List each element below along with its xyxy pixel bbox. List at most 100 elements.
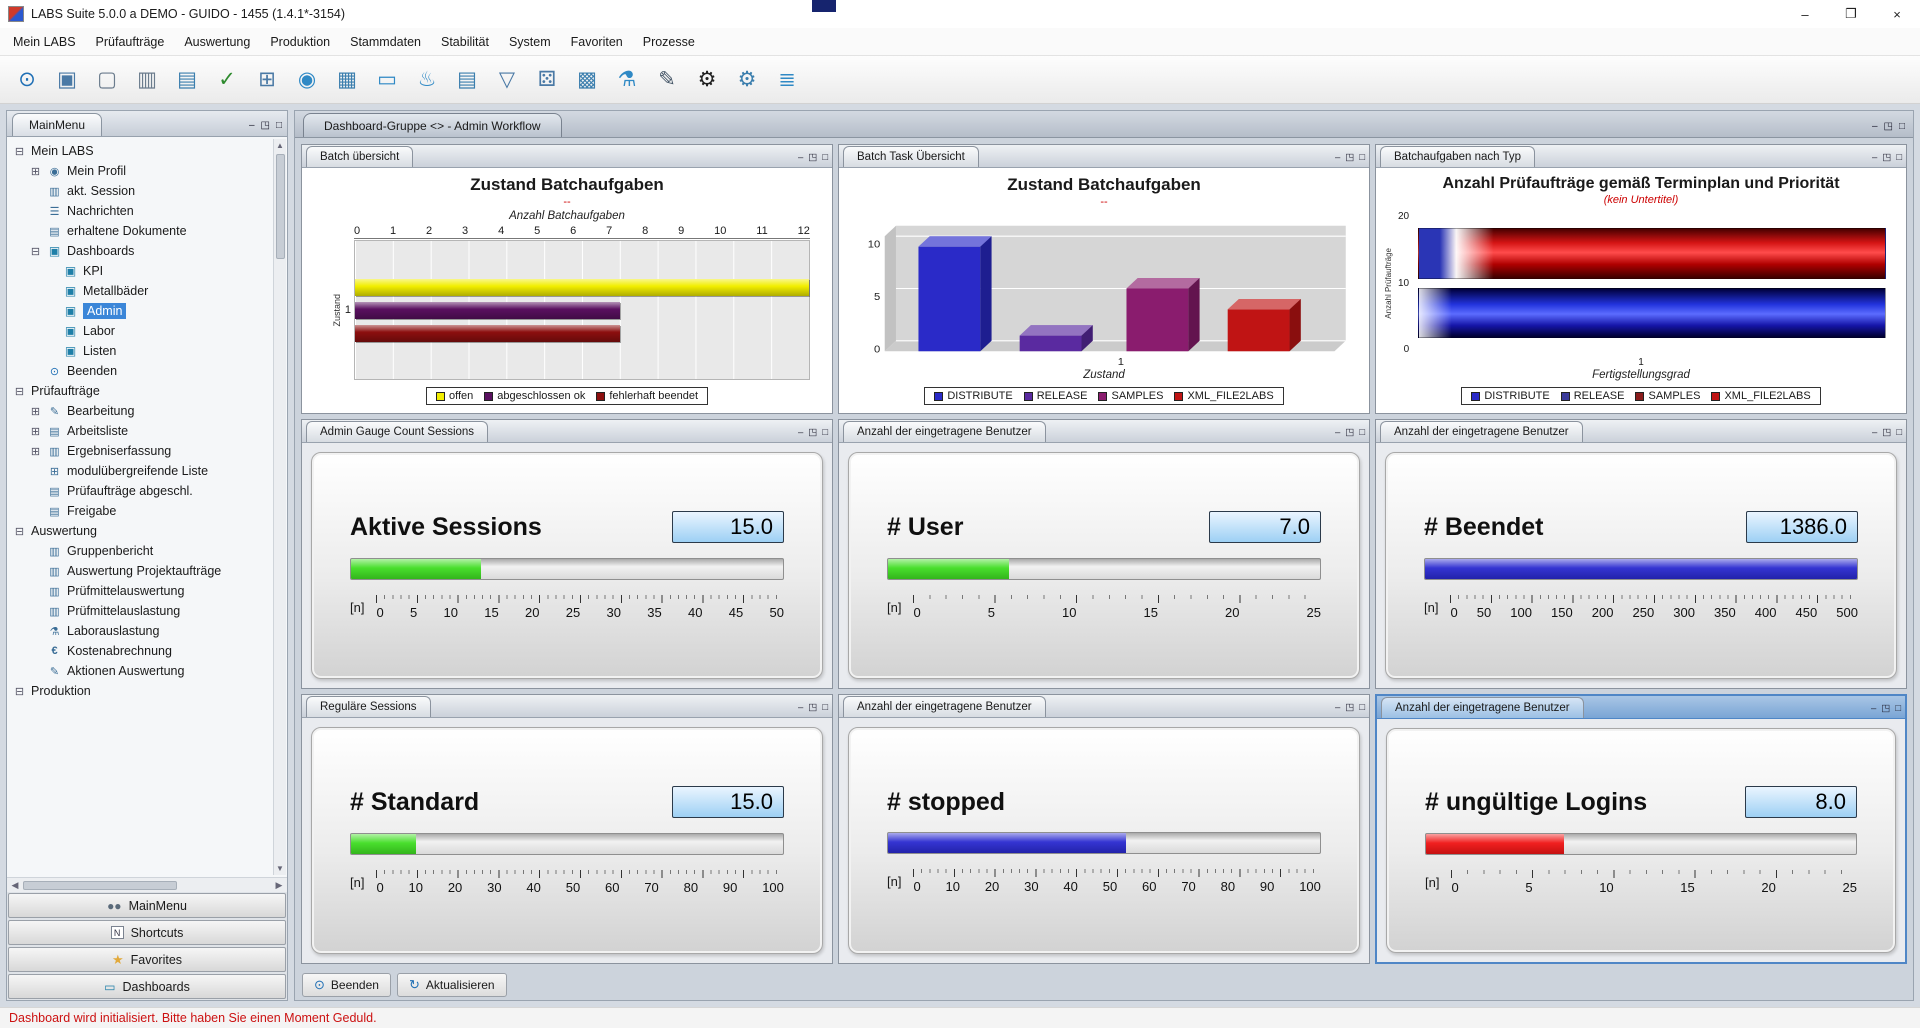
copy-document-icon[interactable]: ▥ <box>130 63 164 97</box>
table-document-icon[interactable]: ▤ <box>170 63 204 97</box>
panel-tab-regulaere-sessions[interactable]: Reguläre Sessions <box>306 696 431 717</box>
footer-button-aktualisieren[interactable]: ↻Aktualisieren <box>397 973 507 997</box>
table-list-icon[interactable]: ▦ <box>330 63 364 97</box>
maximize-icon[interactable]: □ <box>822 703 828 713</box>
scroll-up-icon[interactable]: ▲ <box>276 139 284 152</box>
menu-auswertung[interactable]: Auswertung <box>175 31 259 53</box>
tree-item-mein-profil[interactable]: ⊞◉Mein Profil <box>9 161 272 181</box>
expand-icon[interactable]: ⊞ <box>29 425 42 438</box>
horizontal-scrollbar[interactable]: ◀ ▶ <box>7 877 287 892</box>
tree-item-labor[interactable]: ▣Labor <box>9 321 272 341</box>
panel-tab-batch-uebersicht[interactable]: Batch übersicht <box>306 146 413 167</box>
tree-item-listen[interactable]: ▣Listen <box>9 341 272 361</box>
menu-mein-labs[interactable]: Mein LABS <box>4 31 85 53</box>
sidebar-button-favorites[interactable]: ★Favorites <box>8 947 286 972</box>
maximize-icon[interactable]: □ <box>1359 703 1365 713</box>
vertical-scrollbar[interactable]: ▲ ▼ <box>273 139 286 875</box>
panel-tab-batch-task-uebersicht[interactable]: Batch Task Übersicht <box>843 146 979 167</box>
menu-stammdaten[interactable]: Stammdaten <box>341 31 430 53</box>
float-icon[interactable]: ◳ <box>1882 428 1891 438</box>
collapse-icon[interactable]: ⊟ <box>13 385 26 398</box>
footer-button-beenden[interactable]: ⊙Beenden <box>302 973 391 997</box>
tree-item-auswertung-projektauftr-ge[interactable]: ▥Auswertung Projektaufträge <box>9 561 272 581</box>
tree-item-akt-session[interactable]: ▥akt. Session <box>9 181 272 201</box>
float-icon[interactable]: ◳ <box>808 153 817 163</box>
sidebar-button-mainmenu[interactable]: ●●MainMenu <box>8 893 286 918</box>
thermometer-icon[interactable]: ♨ <box>410 63 444 97</box>
check-document-icon[interactable]: ✓ <box>210 63 244 97</box>
collapse-icon[interactable]: ⊟ <box>13 145 26 158</box>
collapse-icon[interactable]: ⊟ <box>13 685 26 698</box>
tree-item-bearbeitung[interactable]: ⊞✎Bearbeitung <box>9 401 272 421</box>
grid-icon[interactable]: ⊞ <box>250 63 284 97</box>
expand-icon[interactable]: ⊞ <box>29 405 42 418</box>
box-star-icon[interactable]: ▩ <box>570 63 604 97</box>
tree-item-mein-labs[interactable]: ⊟Mein LABS <box>9 141 272 161</box>
tree-item-kpi[interactable]: ▣KPI <box>9 261 272 281</box>
window-close-icon[interactable]: × <box>1874 0 1920 28</box>
collapse-icon[interactable]: ⊟ <box>13 525 26 538</box>
tree-item-laborauslastung[interactable]: ⚗Laborauslastung <box>9 621 272 641</box>
expand-icon[interactable]: ⊞ <box>29 165 42 178</box>
maximize-icon[interactable]: □ <box>1359 428 1365 438</box>
tree-item-produktion[interactable]: ⊟Produktion <box>9 681 272 701</box>
expand-icon[interactable]: ⊞ <box>29 445 42 458</box>
float-icon[interactable]: ◳ <box>808 703 817 713</box>
minimize-icon[interactable]: – <box>1335 153 1340 163</box>
panel-tab-anzahl-benutzer-ungueltige-logins[interactable]: Anzahl der eingetragene Benutzer <box>1381 697 1584 718</box>
scroll-right-icon[interactable]: ▶ <box>273 880 285 891</box>
minimize-icon[interactable]: – <box>1872 122 1878 132</box>
float-icon[interactable]: ◳ <box>1345 153 1354 163</box>
maximize-icon[interactable]: □ <box>822 428 828 438</box>
maximize-icon[interactable]: □ <box>1899 122 1905 132</box>
gear-dark-icon[interactable]: ⚙ <box>690 63 724 97</box>
tree-item-pr-fauftr-ge-abgeschl[interactable]: ▤Prüfaufträge abgeschl. <box>9 481 272 501</box>
tree-item-kostenabrechnung[interactable]: €Kostenabrechnung <box>9 641 272 661</box>
dropper-icon[interactable]: ✎ <box>650 63 684 97</box>
minimize-icon[interactable]: – <box>1335 428 1340 438</box>
maximize-icon[interactable]: □ <box>822 153 828 163</box>
menu-stabilit-t[interactable]: Stabilität <box>432 31 498 53</box>
panel-tab-batchaufgaben-nach-typ[interactable]: Batchaufgaben nach Typ <box>1380 146 1535 167</box>
menu-prozesse[interactable]: Prozesse <box>634 31 704 53</box>
tree-item-aktionen-auswertung[interactable]: ✎Aktionen Auswertung <box>9 661 272 681</box>
maximize-icon[interactable]: □ <box>1895 704 1901 714</box>
monitor-icon[interactable]: ▭ <box>370 63 404 97</box>
panel-tab-admin-gauge-count-sessions[interactable]: Admin Gauge Count Sessions <box>306 421 488 442</box>
minimize-icon[interactable]: – <box>798 703 803 713</box>
menu-favoriten[interactable]: Favoriten <box>562 31 632 53</box>
tree-item-nachrichten[interactable]: ☰Nachrichten <box>9 201 272 221</box>
panel-tab-anzahl-benutzer-user[interactable]: Anzahl der eingetragene Benutzer <box>843 421 1046 442</box>
tree-item-arbeitsliste[interactable]: ⊞▤Arbeitsliste <box>9 421 272 441</box>
tree-item-pr-fmittelauswertung[interactable]: ▥Prüfmittelauswertung <box>9 581 272 601</box>
minimize-icon[interactable]: – <box>798 428 803 438</box>
search-list-icon[interactable]: ≣ <box>770 63 804 97</box>
tree-item-admin[interactable]: ▣Admin <box>9 301 272 321</box>
new-document-icon[interactable]: ▢ <box>90 63 124 97</box>
window-minimize-icon[interactable]: – <box>1782 0 1828 28</box>
minimize-icon[interactable]: – <box>1872 153 1877 163</box>
maximize-icon[interactable]: □ <box>1359 153 1365 163</box>
float-icon[interactable]: ◳ <box>1882 153 1891 163</box>
sidebar-tab-mainmenu[interactable]: MainMenu <box>12 113 102 136</box>
menu-pr-fauftr-ge[interactable]: Prüfaufträge <box>87 31 174 53</box>
maximize-icon[interactable]: □ <box>1896 428 1902 438</box>
tree-item-ergebniserfassung[interactable]: ⊞▥Ergebniserfassung <box>9 441 272 461</box>
scroll-down-icon[interactable]: ▼ <box>276 862 284 875</box>
save-icon[interactable]: ▣ <box>50 63 84 97</box>
float-icon[interactable]: ◳ <box>261 121 270 131</box>
panel-tab-anzahl-benutzer-beendet[interactable]: Anzahl der eingetragene Benutzer <box>1380 421 1583 442</box>
scrollbar-thumb[interactable] <box>276 154 285 259</box>
broadcast-icon[interactable]: ◉ <box>290 63 324 97</box>
float-icon[interactable]: ◳ <box>808 428 817 438</box>
maximize-icon[interactable]: □ <box>276 121 282 131</box>
tree-item-gruppenbericht[interactable]: ▥Gruppenbericht <box>9 541 272 561</box>
tree-item-beenden[interactable]: ⊙Beenden <box>9 361 272 381</box>
minimize-icon[interactable]: – <box>1872 428 1877 438</box>
minimize-icon[interactable]: – <box>798 153 803 163</box>
dice-icon[interactable]: ⚄ <box>530 63 564 97</box>
scrollbar-thumb[interactable] <box>23 881 177 890</box>
menu-produktion[interactable]: Produktion <box>261 31 339 53</box>
tree-item-pr-fauftr-ge[interactable]: ⊟Prüfaufträge <box>9 381 272 401</box>
tree-item-erhaltene-dokumente[interactable]: ▤erhaltene Dokumente <box>9 221 272 241</box>
